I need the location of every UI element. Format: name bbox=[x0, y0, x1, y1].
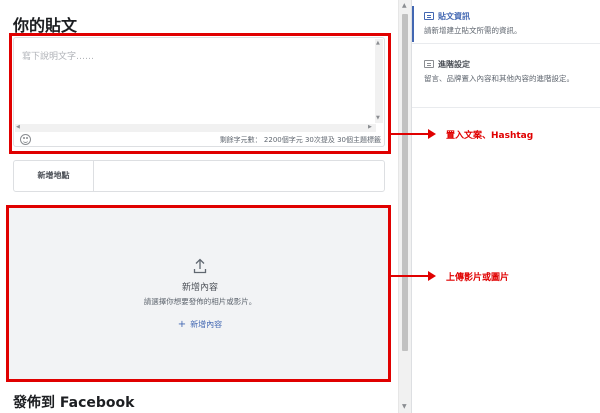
app-window: 你的貼文 ▲ ▼ ◀ ▶ 剩餘字元數： 2200個字元 30次提及 30個主題標… bbox=[0, 0, 600, 413]
media-callout-arrow bbox=[391, 271, 436, 281]
active-step-indicator bbox=[412, 6, 414, 42]
page-scrollbar[interactable]: ▲ ▼ bbox=[398, 0, 411, 413]
step-advanced-settings-title: 進階設定 bbox=[438, 60, 470, 69]
step-divider bbox=[412, 43, 600, 44]
caption-highlight-frame bbox=[9, 33, 391, 154]
step-post-info-title: 貼文資訊 bbox=[438, 12, 470, 21]
post-info-icon bbox=[424, 12, 434, 20]
location-row: 新增地點 bbox=[13, 160, 385, 192]
step-divider bbox=[412, 107, 600, 108]
media-highlight-frame bbox=[6, 205, 391, 382]
page-scroll-up-icon[interactable]: ▲ bbox=[402, 2, 407, 9]
publish-section-title: 發佈到 Facebook bbox=[13, 395, 135, 411]
step-advanced-settings-desc: 留言、品牌置入內容和其他內容的進階設定。 bbox=[424, 74, 574, 83]
add-location-button[interactable]: 新增地點 bbox=[14, 161, 94, 191]
steps-panel: 貼文資訊 請新增建立貼文所需的資訊。 進階設定 留言、品牌置入內容和其他內容的進… bbox=[411, 0, 600, 413]
step-post-info-desc: 請新增建立貼文所需的資訊。 bbox=[424, 26, 522, 35]
caption-callout-text: 置入文案、Hashtag bbox=[446, 131, 534, 141]
advanced-settings-icon bbox=[424, 60, 434, 68]
page-scroll-down-icon[interactable]: ▼ bbox=[402, 403, 407, 410]
media-callout-text: 上傳影片或圖片 bbox=[446, 273, 510, 283]
page-scrollbar-thumb[interactable] bbox=[402, 14, 408, 351]
caption-callout-arrow bbox=[391, 129, 436, 139]
post-composer: 你的貼文 ▲ ▼ ◀ ▶ 剩餘字元數： 2200個字元 30次提及 30個主題標… bbox=[0, 0, 398, 413]
